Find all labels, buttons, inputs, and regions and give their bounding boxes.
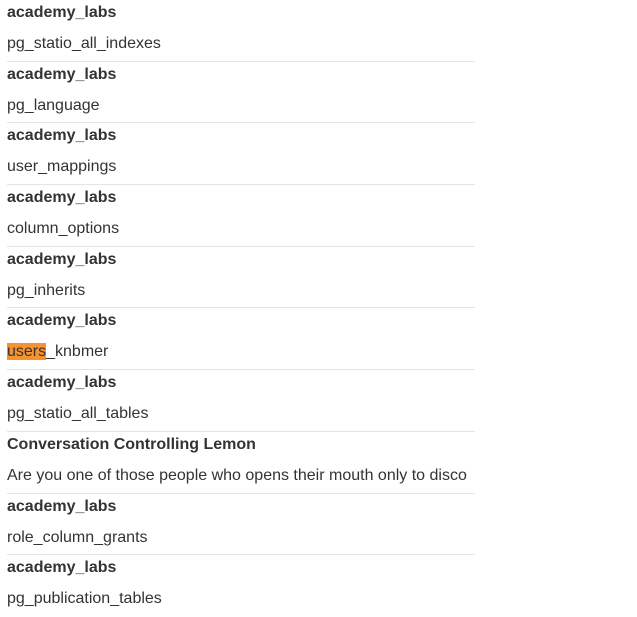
result-content: users_knbmer [7,342,475,362]
result-title[interactable]: academy_labs [7,250,116,270]
result-title[interactable]: academy_labs [7,3,116,23]
result-title[interactable]: academy_labs [7,311,116,331]
result-title[interactable]: academy_labs [7,373,116,393]
result-content: user_mappings [7,158,117,176]
result-content: pg_language [7,96,100,114]
result-content: pg_statio_all_tables [7,405,149,423]
result-content: pg_publication_tables [7,590,162,608]
result-title[interactable]: academy_labs [7,65,116,85]
result-content-rest: _knbmer [46,343,109,361]
result-item[interactable]: academy_labs pg_statio_all_indexes [7,0,475,62]
result-title[interactable]: academy_labs [7,188,116,208]
search-highlight: users [7,343,47,361]
result-title[interactable]: academy_labs [7,497,116,517]
result-content: Are you one of those people who opens th… [7,466,467,484]
result-item[interactable]: academy_labs pg_publication_tables [7,555,475,617]
result-content: pg_inherits [7,281,86,299]
result-title[interactable]: academy_labs [7,558,116,578]
result-content: pg_statio_all_indexes [7,35,161,52]
result-item[interactable]: academy_labs role_column_grants [7,494,475,556]
result-title[interactable]: Conversation Controlling Lemon [7,435,256,455]
result-item[interactable]: academy_labs pg_inherits [7,247,475,309]
result-item[interactable]: academy_labs column_options [7,185,475,247]
result-item[interactable]: academy_labs users_knbmer [7,308,475,371]
result-item[interactable]: academy_labs user_mappings [7,123,475,186]
result-item[interactable]: Conversation Controlling Lemon Are you o… [7,432,475,494]
search-results-list: academy_labs pg_statio_all_indexes acade… [7,0,475,617]
result-item[interactable]: academy_labs pg_statio_all_tables [7,370,475,432]
result-item[interactable]: academy_labs pg_language [7,62,475,124]
result-title[interactable]: academy_labs [7,126,116,146]
result-content: column_options [7,220,120,238]
result-content: role_column_grants [7,528,148,546]
